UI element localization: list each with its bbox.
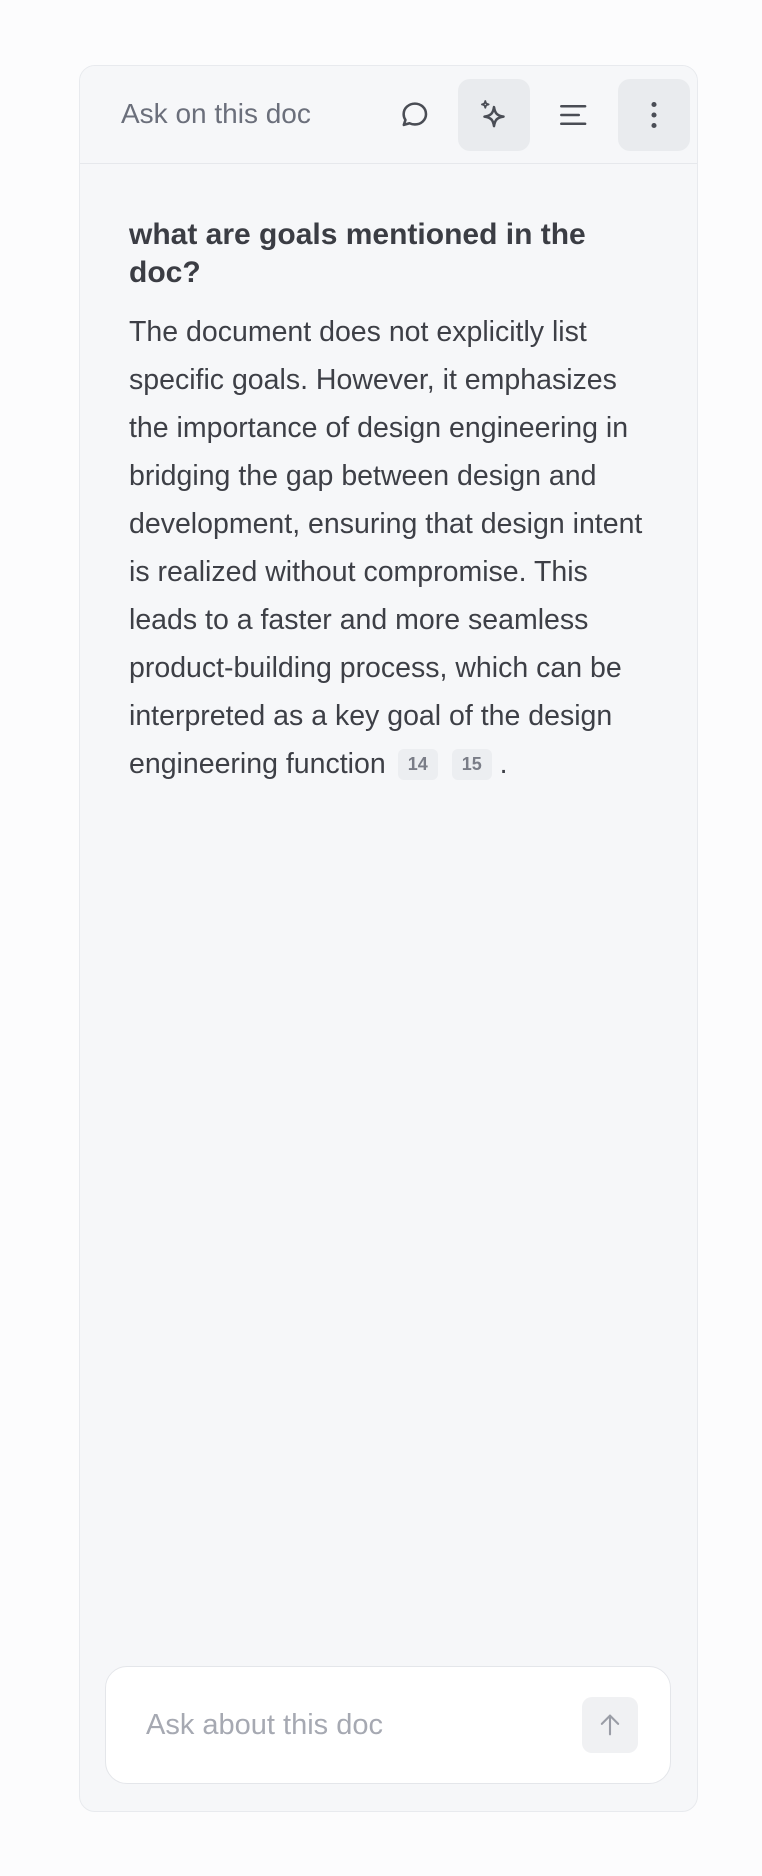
sparkle-icon [481, 100, 505, 128]
arrow-up-icon [600, 1714, 620, 1736]
citation-badge[interactable]: 14 [397, 749, 438, 780]
answer-end-punctuation: . [499, 748, 508, 780]
citation-badge[interactable]: 15 [451, 749, 492, 780]
vertical-dots-icon [651, 101, 657, 129]
panel-title: Ask on this doc [121, 98, 311, 129]
chat-bubble-icon [402, 102, 428, 127]
outline-lines-icon [560, 105, 587, 125]
assistant-answer: The document does not explicitly list sp… [129, 308, 659, 788]
ai-assist-button[interactable] [458, 79, 530, 151]
panel-header: Ask on this doc [80, 66, 697, 164]
outline-button[interactable] [538, 79, 610, 151]
question-composer [105, 1666, 671, 1784]
chat-button[interactable] [378, 79, 450, 151]
send-button[interactable] [582, 1697, 638, 1753]
answer-text: The document does not explicitly list sp… [129, 316, 643, 780]
user-question: what are goals mentioned in the doc? [129, 218, 586, 289]
more-options-button[interactable] [618, 79, 690, 151]
ask-doc-panel: Ask on this doc what are goals mentioned… [79, 65, 698, 1812]
conversation-thread: what are goals mentioned in the doc? The… [129, 216, 659, 788]
ask-input[interactable] [146, 1703, 546, 1747]
